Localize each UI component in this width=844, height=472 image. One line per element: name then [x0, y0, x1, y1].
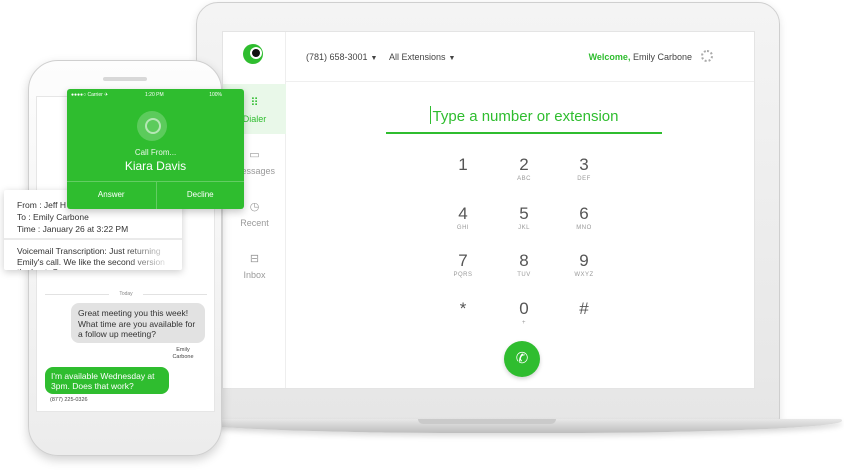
chevron-down-icon: ▼ [448, 55, 456, 62]
key-hash[interactable]: # [564, 300, 604, 340]
key-8[interactable]: 8 TUV [504, 252, 544, 292]
divider [4, 238, 182, 240]
key-digit: 3 [579, 155, 589, 174]
voicemail-from: From : Jeff H [17, 200, 66, 210]
brand-logo[interactable] [243, 44, 263, 64]
key-letters: PQRS [453, 272, 473, 278]
text-caret [429, 106, 431, 124]
key-letters: ABC [517, 176, 531, 182]
key-letters: DEF [577, 176, 591, 182]
key-7[interactable]: 7 PQRS [443, 252, 483, 292]
battery-level: 100% [209, 92, 222, 98]
app-header: (781) 658-3001 ▼ All Extensions ▼ Welcome,… [286, 32, 754, 82]
key-letters: GHI [456, 225, 470, 231]
incoming-message-bubble: Great meeting you this week! What time a… [71, 303, 205, 343]
user-name: Emily Carbone [632, 52, 692, 62]
message-sender: Emily Carbone [172, 347, 194, 360]
caller-name: Kiara Davis [124, 159, 187, 173]
key-2[interactable]: 2 ABC [504, 156, 544, 196]
message-sender: (877) 225-0326 [50, 397, 88, 403]
inbox-icon: ⊟ [249, 253, 260, 265]
dialer-app-window: ⠿ Dialer ▭ Messages ◷ Recent ⊟ Inbox (78… [222, 31, 755, 389]
call-actions: Answer Decline [67, 181, 244, 209]
welcome-label: Welcome, [588, 52, 631, 62]
app-sidebar: ⠿ Dialer ▭ Messages ◷ Recent ⊟ Inbox [223, 32, 286, 388]
extensions-value: All Extensions [389, 52, 446, 62]
decline-button[interactable]: Decline [155, 182, 245, 209]
status-time: 1:20 PM [145, 92, 164, 98]
voicemail-time: Time : January 26 at 3:22 PM [17, 224, 129, 234]
phone-number-select[interactable]: (781) 658-3001 ▼ [306, 52, 377, 62]
key-0[interactable]: 0 + [504, 300, 544, 340]
extensions-select[interactable]: All Extensions ▼ [389, 52, 455, 62]
key-digit: 9 [579, 251, 589, 270]
outgoing-message-bubble: I'm available Wednesday at 3pm. Does tha… [45, 367, 169, 394]
voicemail-to: To : Emily Carbone [17, 212, 89, 222]
incoming-call-card: ●●●●○ Carrier ✈ 1:20 PM 100% Call From..… [67, 89, 244, 209]
key-digit: 0 [519, 299, 529, 318]
app-logo-icon [137, 111, 167, 141]
key-letters: MNO [576, 225, 592, 231]
laptop-notch [418, 419, 556, 424]
key-6[interactable]: 6 MNO [564, 205, 604, 245]
key-digit: 6 [579, 204, 589, 223]
welcome-message: Welcome, Emily Carbone [589, 52, 692, 62]
key-letters: TUV [517, 272, 531, 278]
phone-icon: ✆ [515, 350, 529, 367]
key-letters: JKL [518, 225, 530, 231]
key-digit: 1 [458, 155, 468, 174]
key-5[interactable]: 5 JKL [504, 205, 544, 245]
key-digit: 7 [458, 251, 468, 270]
key-digit: 2 [519, 155, 529, 174]
dial-input-placeholder: Type a number or extension [432, 108, 619, 125]
key-digit: # [579, 299, 589, 318]
key-digit: 8 [519, 251, 529, 270]
phone-speaker [103, 77, 147, 81]
key-1[interactable]: 1 [443, 156, 483, 196]
sidebar-item-inbox[interactable]: ⊟ Inbox [223, 240, 286, 290]
voicemail-transcription: Voicemail Transcription: Just returning … [17, 246, 165, 270]
phone-number-value: (781) 658-3001 [306, 52, 368, 62]
sidebar-item-label: Recent [240, 218, 269, 228]
key-9[interactable]: 9 WXYZ [564, 252, 604, 292]
key-digit: 4 [458, 204, 468, 223]
call-caption: Call From... [134, 148, 177, 157]
key-star[interactable]: * [443, 300, 483, 340]
gear-icon[interactable] [701, 50, 713, 62]
carrier-signal: ●●●●○ Carrier ✈ [71, 92, 109, 98]
sidebar-item-label: Inbox [243, 270, 266, 280]
dial-input[interactable]: Type a number or extension [386, 102, 662, 134]
key-letters: + [521, 320, 526, 326]
key-digit: * [459, 299, 467, 318]
status-bar: ●●●●○ Carrier ✈ 1:20 PM 100% [67, 92, 244, 100]
date-divider: Today [45, 289, 207, 299]
chevron-down-icon: ▼ [370, 55, 378, 62]
call-button[interactable]: ✆ [504, 341, 540, 377]
key-digit: 5 [519, 204, 529, 223]
answer-button[interactable]: Answer [67, 182, 156, 209]
key-3[interactable]: 3 DEF [564, 156, 604, 196]
key-letters: WXYZ [574, 272, 594, 278]
key-4[interactable]: 4 GHI [443, 205, 483, 245]
